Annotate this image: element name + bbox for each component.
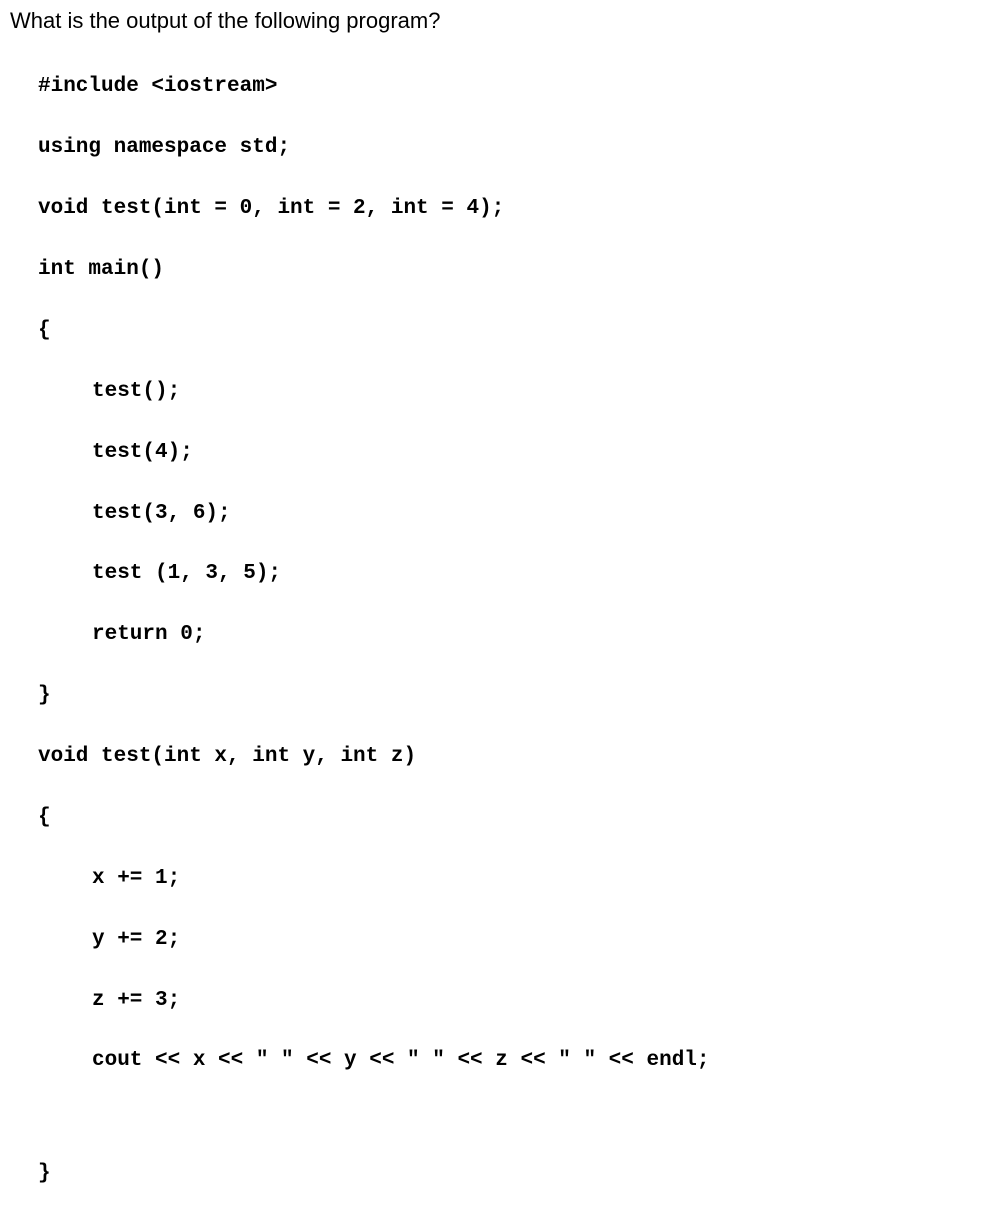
code-line-x: x += 1; (38, 864, 986, 894)
code-line-close-brace: } (38, 681, 986, 711)
code-line-main: int main() (38, 255, 986, 285)
code-line-include: #include <iostream> (38, 72, 986, 102)
code-blank-line (38, 1107, 986, 1128)
code-line-cout: cout << x << " " << y << " " << z << " "… (38, 1046, 986, 1076)
code-line-return: return 0; (38, 620, 986, 650)
code-line-open-brace: { (38, 316, 986, 346)
question-text: What is the output of the following prog… (10, 8, 986, 34)
code-line-call3: test(3, 6); (38, 499, 986, 529)
code-block: #include <iostream> using namespace std;… (10, 42, 986, 1220)
code-line-y: y += 2; (38, 925, 986, 955)
code-line-z: z += 3; (38, 986, 986, 1016)
code-line-call1: test(); (38, 377, 986, 407)
code-line-open-brace2: { (38, 803, 986, 833)
code-line-prototype: void test(int = 0, int = 2, int = 4); (38, 194, 986, 224)
code-line-funcdef: void test(int x, int y, int z) (38, 742, 986, 772)
code-line-call2: test(4); (38, 438, 986, 468)
code-line-call4: test (1, 3, 5); (38, 559, 986, 589)
code-line-using: using namespace std; (38, 133, 986, 163)
code-line-close-brace2: } (38, 1159, 986, 1189)
